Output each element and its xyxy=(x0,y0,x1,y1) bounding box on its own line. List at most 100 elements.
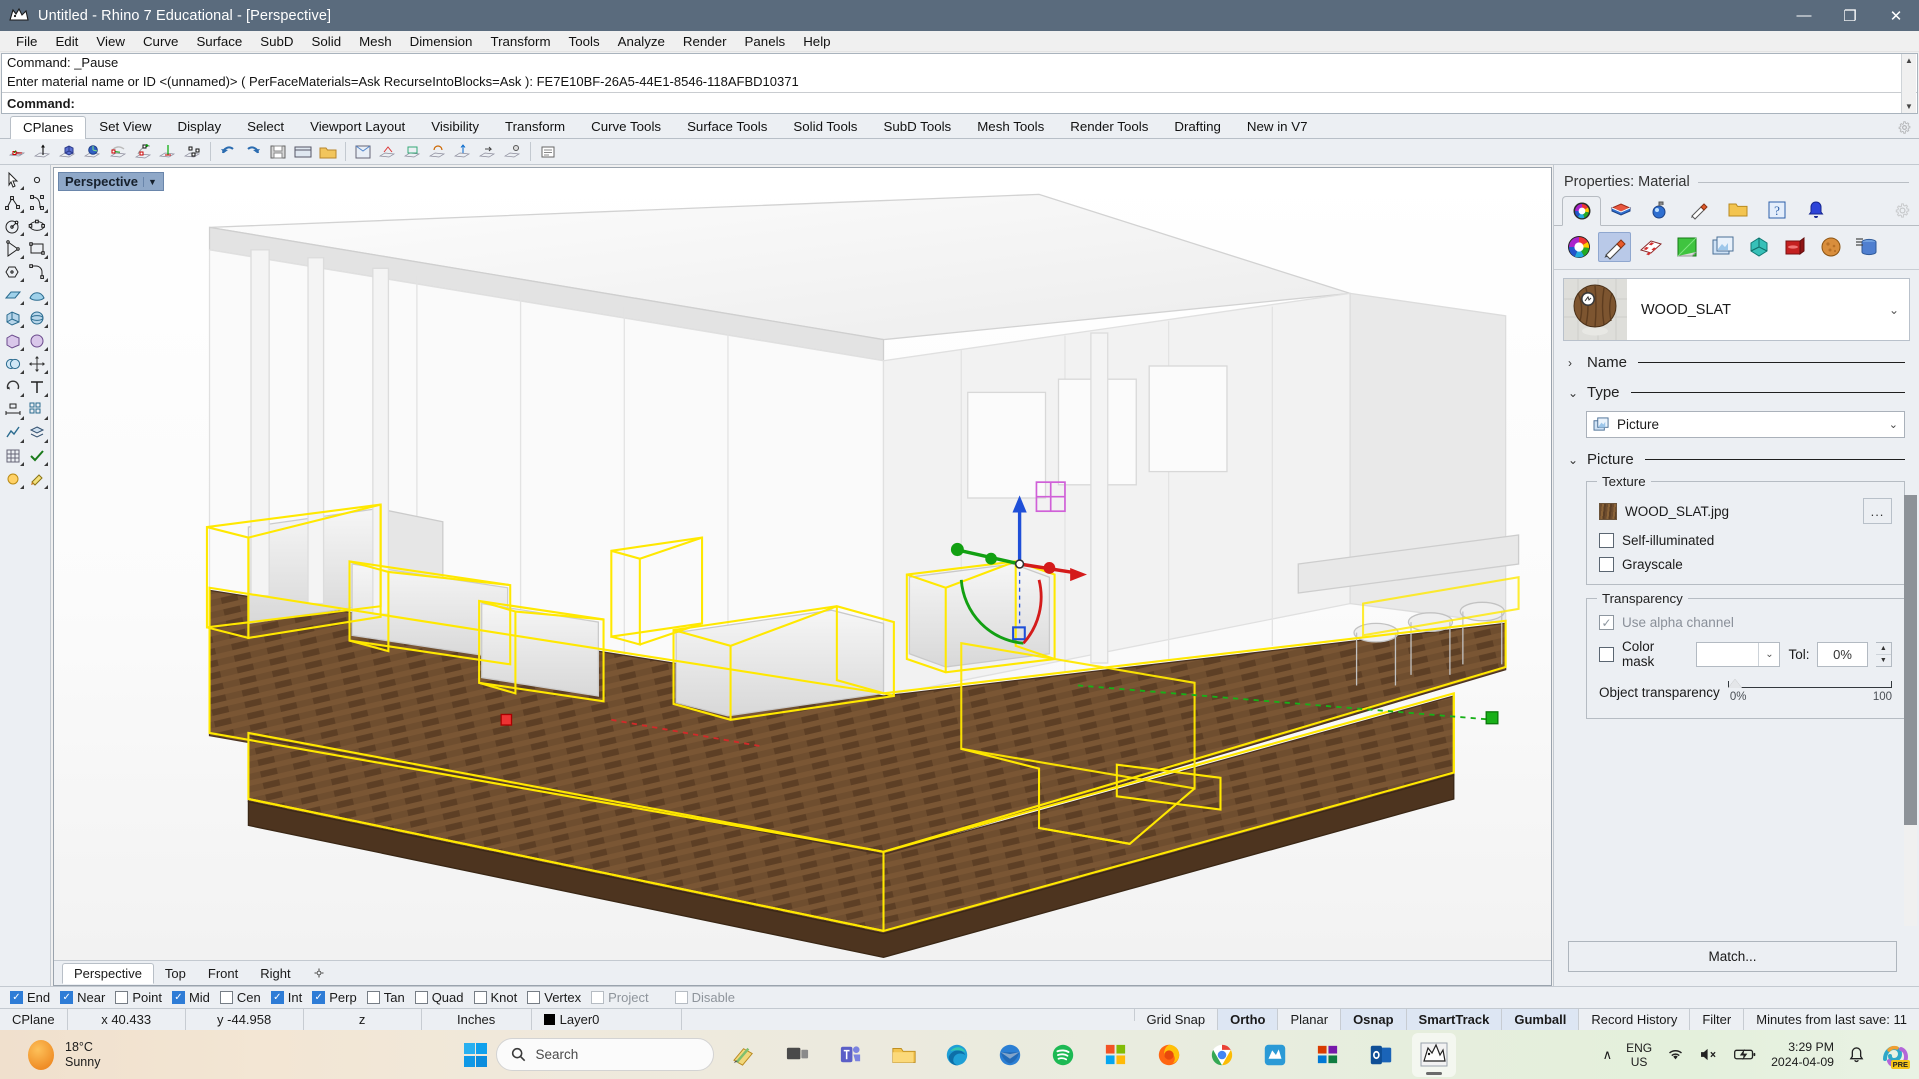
maximize-button[interactable]: ❐ xyxy=(1827,0,1873,31)
taskbar-clock[interactable]: 3:29 PM 2024-04-09 xyxy=(1771,1040,1834,1070)
viewport-tab-perspective[interactable]: Perspective xyxy=(62,963,154,984)
object-transparency-row[interactable]: Object transparency 0% 100 xyxy=(1599,678,1892,706)
tab-drafting[interactable]: Drafting xyxy=(1161,115,1234,138)
tab-cplanes[interactable]: CPlanes xyxy=(10,116,86,139)
spray-icon[interactable] xyxy=(1640,195,1679,225)
subd-sphere-icon[interactable] xyxy=(25,329,49,352)
store-icon[interactable] xyxy=(1094,1033,1138,1077)
type-section-header[interactable]: ⌄ Type xyxy=(1568,384,1905,401)
osnap-vertex[interactable]: Vertex xyxy=(525,990,587,1005)
status-layer[interactable]: Layer0 xyxy=(532,1009,682,1030)
menu-dimension[interactable]: Dimension xyxy=(401,33,482,50)
object-properties-icon[interactable] xyxy=(1562,196,1601,226)
analyze-icon[interactable] xyxy=(1,421,25,444)
osnap-point-checkbox[interactable] xyxy=(115,991,128,1004)
edge-icon[interactable] xyxy=(935,1033,979,1077)
outlook-icon[interactable] xyxy=(1359,1033,1403,1077)
tab-mesh-tools[interactable]: Mesh Tools xyxy=(964,115,1057,138)
menu-analyze[interactable]: Analyze xyxy=(609,33,674,50)
folder-icon[interactable] xyxy=(1718,195,1757,225)
osnap-knot-checkbox[interactable] xyxy=(474,991,487,1004)
menu-mesh[interactable]: Mesh xyxy=(350,33,401,50)
chevron-down-icon[interactable]: ⌄ xyxy=(1758,643,1779,666)
text-tool-icon[interactable] xyxy=(25,375,49,398)
layers-icon[interactable] xyxy=(25,421,49,444)
array-icon[interactable] xyxy=(25,398,49,421)
cplane-world-top-icon[interactable] xyxy=(156,140,180,163)
grayscale-checkbox[interactable] xyxy=(1599,557,1614,572)
viewport-tab-front[interactable]: Front xyxy=(197,964,249,983)
cplane-curve-icon[interactable] xyxy=(106,140,130,163)
grayscale-row[interactable]: Grayscale xyxy=(1599,557,1892,572)
tab-select[interactable]: Select xyxy=(234,115,297,138)
fillet-curves-icon[interactable] xyxy=(25,260,49,283)
gear-icon[interactable] xyxy=(1898,121,1911,134)
select-arrow-icon[interactable] xyxy=(1,168,25,191)
status-toggle-gumball[interactable]: Gumball xyxy=(1502,1009,1579,1030)
color-wheel-icon[interactable] xyxy=(1562,232,1595,262)
viewport-tab-top[interactable]: Top xyxy=(154,964,197,983)
chrome-icon[interactable] xyxy=(1200,1033,1244,1077)
add-viewport-tab-icon[interactable] xyxy=(302,965,336,981)
set-cplane-front-icon[interactable] xyxy=(376,140,400,163)
status-toggle-planar[interactable]: Planar xyxy=(1278,1009,1341,1030)
slider-thumb[interactable] xyxy=(1728,679,1742,688)
solid-box-icon[interactable] xyxy=(1,306,25,329)
cplane-three-points-icon[interactable] xyxy=(181,140,205,163)
perspective-viewport[interactable]: Perspective ▼ xyxy=(54,168,1551,960)
save-view-icon[interactable] xyxy=(266,140,290,163)
boolean-union-icon[interactable] xyxy=(1,352,25,375)
gear-icon[interactable] xyxy=(1895,203,1910,218)
osnap-perp-checkbox[interactable] xyxy=(312,991,325,1004)
bell-icon[interactable] xyxy=(1796,195,1835,225)
command-prompt-row[interactable]: Command: xyxy=(2,92,1917,113)
osnap-int[interactable]: Int xyxy=(269,990,308,1005)
tray-expand-chevron-icon[interactable]: ∧ xyxy=(1603,1047,1613,1063)
tab-set-view[interactable]: Set View xyxy=(86,115,164,138)
status-toggle-filter[interactable]: Filter xyxy=(1690,1009,1744,1030)
rhino-icon[interactable] xyxy=(1412,1033,1456,1077)
tab-solid-tools[interactable]: Solid Tools xyxy=(780,115,870,138)
battery-charging-icon[interactable] xyxy=(1733,1047,1757,1062)
osnap-vertex-checkbox[interactable] xyxy=(527,991,540,1004)
surface-loft-icon[interactable] xyxy=(25,283,49,306)
self-illuminated-row[interactable]: Self-illuminated xyxy=(1599,533,1892,548)
osnap-quad[interactable]: Quad xyxy=(413,990,470,1005)
gem-icon[interactable] xyxy=(1742,232,1775,262)
rhino-compute-icon[interactable] xyxy=(1253,1033,1297,1077)
viewport-title-label[interactable]: Perspective ▼ xyxy=(58,172,164,191)
osnap-end[interactable]: End xyxy=(8,990,56,1005)
wifi-icon[interactable] xyxy=(1666,1047,1685,1062)
paint-brush-icon[interactable] xyxy=(1598,232,1631,262)
menu-tools[interactable]: Tools xyxy=(560,33,609,50)
render-tool-icon[interactable] xyxy=(1,467,25,490)
tab-display[interactable]: Display xyxy=(165,115,235,138)
stepper-down-icon[interactable]: ▼ xyxy=(1876,655,1891,666)
tab-render-tools[interactable]: Render Tools xyxy=(1057,115,1161,138)
command-scroll-down-icon[interactable]: ▼ xyxy=(1902,100,1916,113)
dimension-icon[interactable] xyxy=(1,398,25,421)
menu-curve[interactable]: Curve xyxy=(134,33,187,50)
rotate-cplane-icon[interactable] xyxy=(426,140,450,163)
polyline-icon[interactable] xyxy=(1,191,25,214)
help-icon[interactable]: ? xyxy=(1757,195,1796,225)
polygon-icon[interactable] xyxy=(1,260,25,283)
menu-render[interactable]: Render xyxy=(674,33,736,50)
osnap-tan[interactable]: Tan xyxy=(365,990,411,1005)
triangle-polygon-icon[interactable] xyxy=(1,237,25,260)
cplane-properties-icon[interactable] xyxy=(536,140,560,163)
rectangle-icon[interactable] xyxy=(25,237,49,260)
osnap-disable[interactable]: Disable xyxy=(673,990,741,1005)
chevron-down-icon[interactable]: ⌄ xyxy=(1879,303,1909,317)
osnap-int-checkbox[interactable] xyxy=(271,991,284,1004)
surface-plane-icon[interactable] xyxy=(1,283,25,306)
teams-icon[interactable] xyxy=(829,1033,873,1077)
minimize-button[interactable]: — xyxy=(1781,0,1827,31)
osnap-knot[interactable]: Knot xyxy=(472,990,524,1005)
menu-file[interactable]: File xyxy=(7,33,46,50)
subd-box-icon[interactable] xyxy=(1,329,25,352)
cplane-origin-icon[interactable] xyxy=(6,140,30,163)
texture-file-row[interactable]: WOOD_SLAT.jpg ... xyxy=(1599,498,1892,524)
set-cplane-top-icon[interactable] xyxy=(351,140,375,163)
menu-surface[interactable]: Surface xyxy=(187,33,251,50)
